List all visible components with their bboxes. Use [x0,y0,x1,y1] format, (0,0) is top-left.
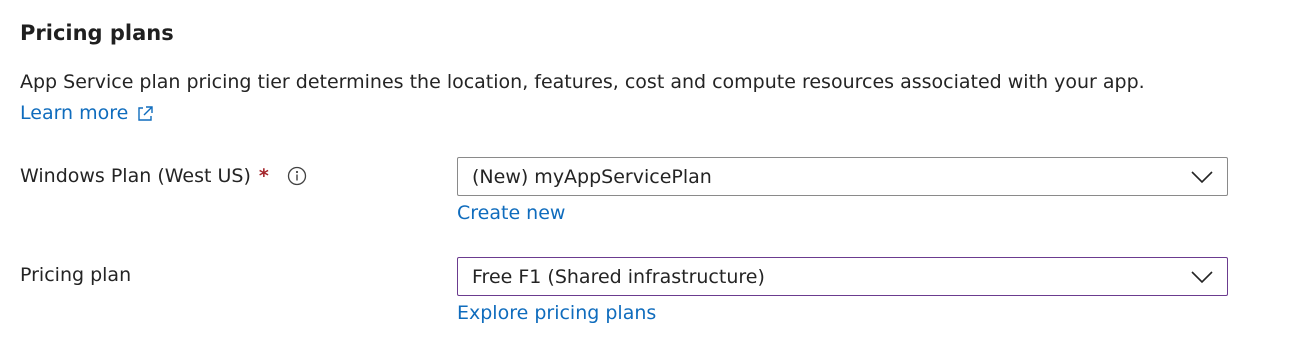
section-description: App Service plan pricing tier determines… [20,71,1145,93]
chevron-down-icon [1191,170,1213,183]
create-new-link[interactable]: Create new [457,202,565,224]
windows-plan-label-row: Windows Plan (West US) * [20,165,307,187]
external-link-icon [138,106,154,121]
explore-pricing-plans-link[interactable]: Explore pricing plans [457,302,656,324]
chevron-down-icon [1191,270,1213,283]
section-title: Pricing plans [20,21,174,45]
pricing-plan-dropdown[interactable]: Free F1 (Shared infrastructure) [457,257,1228,296]
pricing-plan-label-row: Pricing plan [20,264,131,286]
windows-plan-dropdown[interactable]: (New) myAppServicePlan [457,157,1228,196]
windows-plan-label: Windows Plan (West US) [20,165,251,187]
info-icon[interactable] [287,166,307,186]
windows-plan-value: (New) myAppServicePlan [472,165,712,188]
learn-more-link[interactable]: Learn more [20,102,154,124]
required-marker: * [258,165,269,187]
pricing-plan-label: Pricing plan [20,264,132,286]
pricing-plan-value: Free F1 (Shared infrastructure) [472,265,765,288]
learn-more-label: Learn more [20,102,129,124]
